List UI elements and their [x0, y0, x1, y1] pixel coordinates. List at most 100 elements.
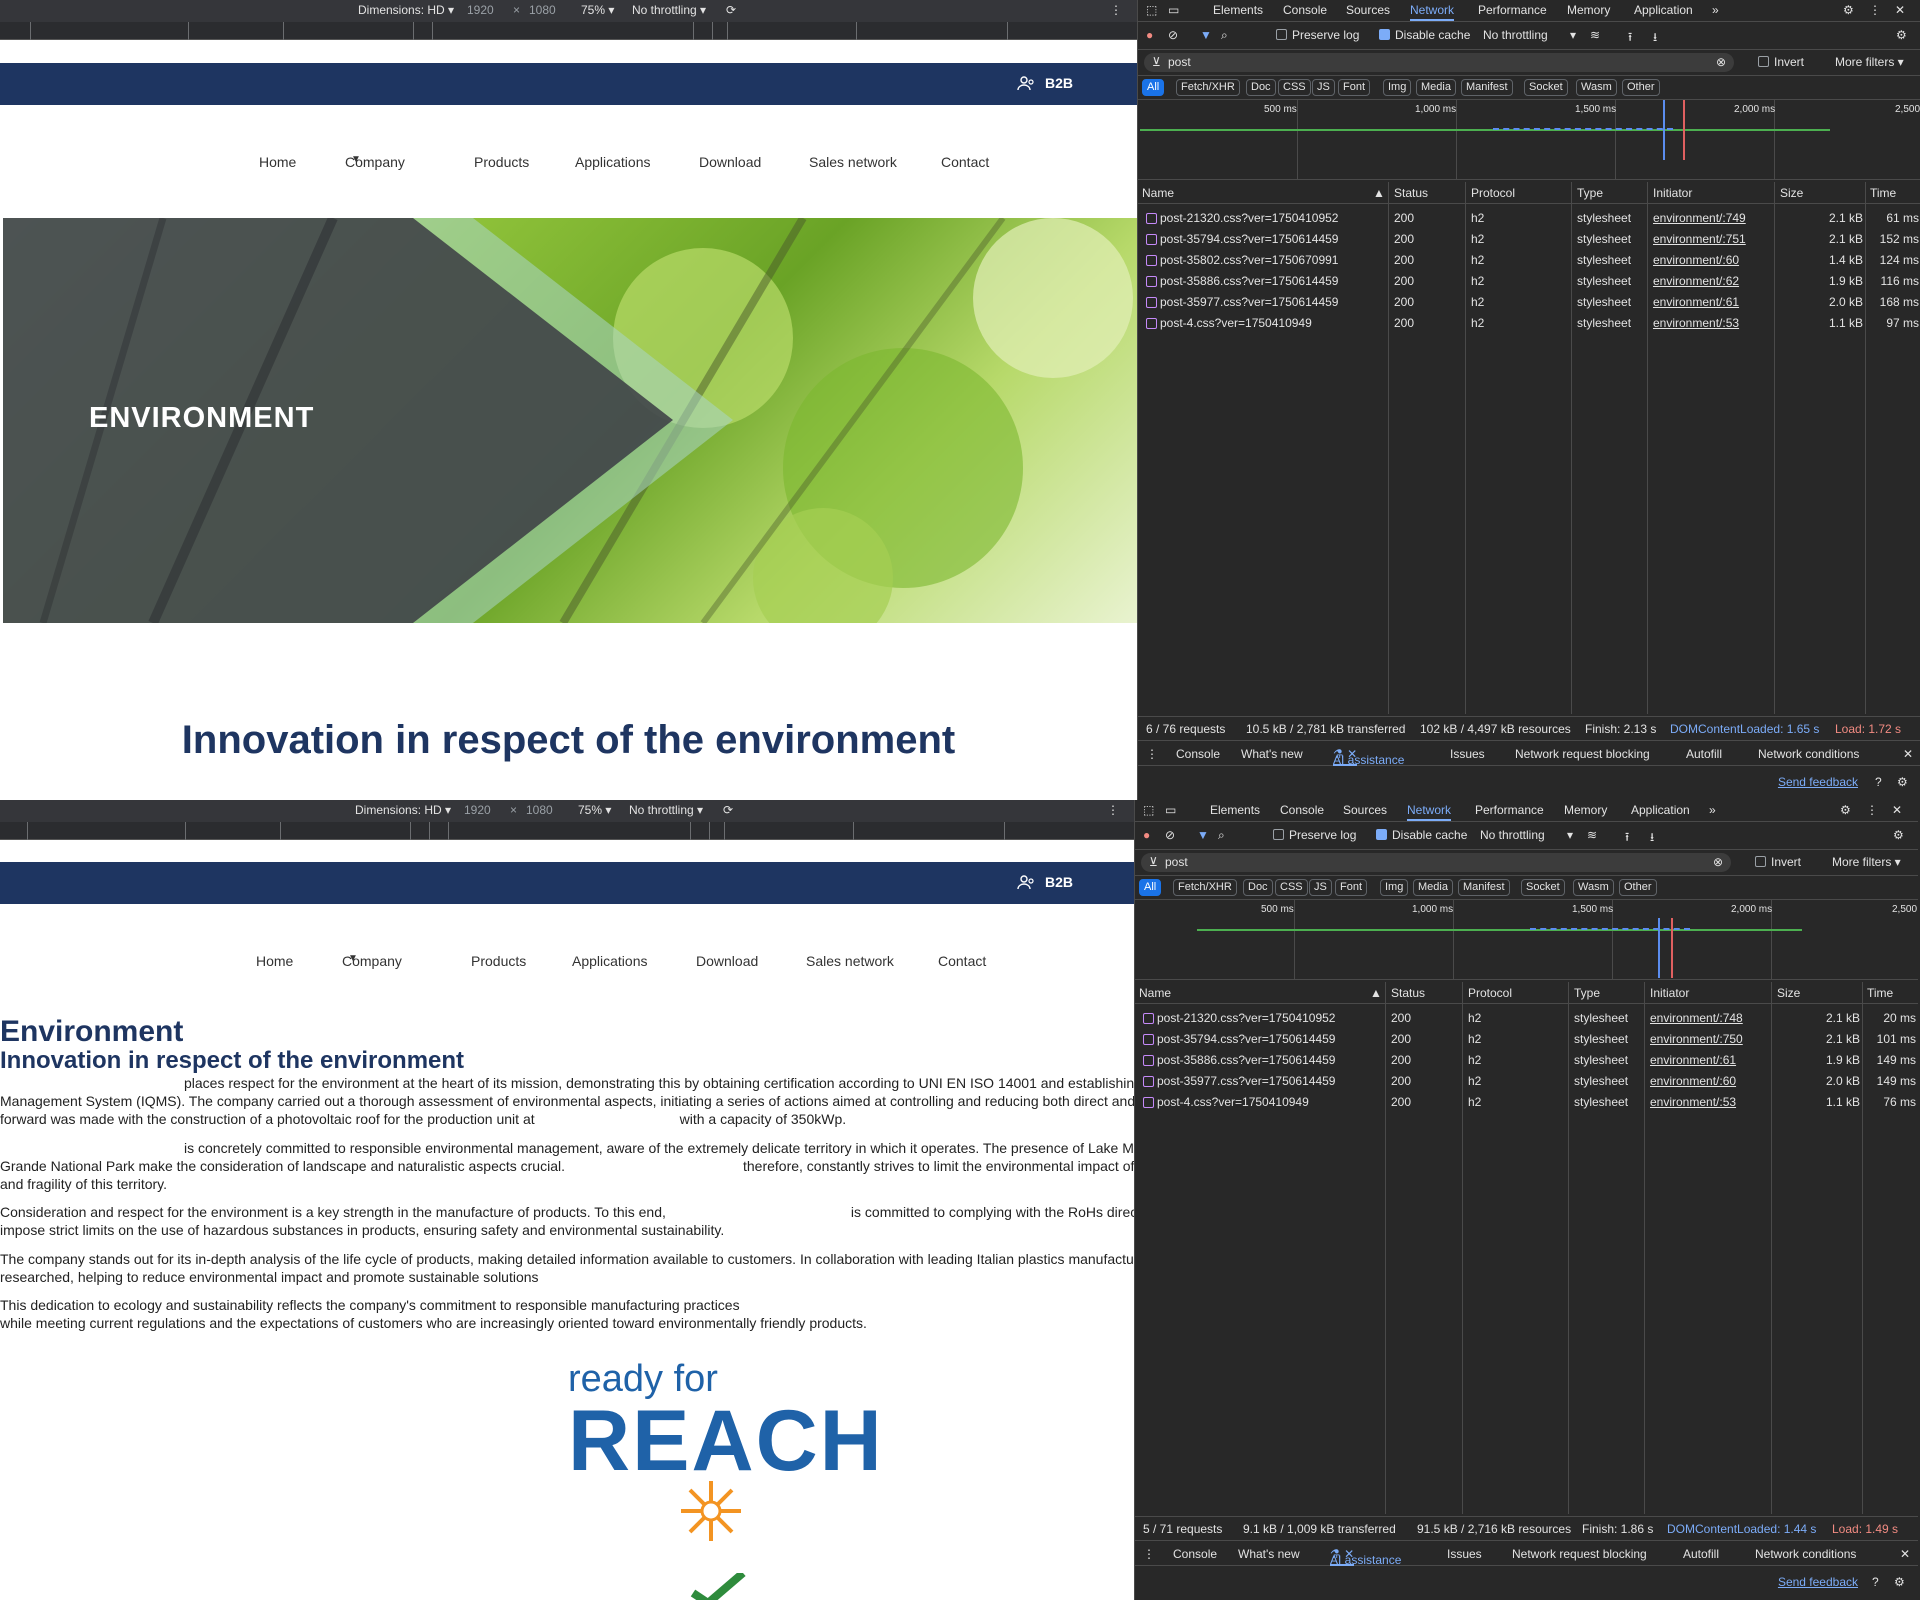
drawer-tab-ai-assistance[interactable]: AI assistance ⚗ ✕ [1330, 1547, 1401, 1567]
table-row[interactable]: post-35977.css?ver=1750614459 200 h2 styles… [1138, 292, 1920, 313]
drawer-close-icon[interactable]: ✕ [1900, 1547, 1910, 1561]
drawer-settings-icon[interactable]: ⚙ [1897, 775, 1908, 789]
upload-icon[interactable]: ⭱ [1625, 828, 1629, 849]
table-row[interactable]: post-35802.css?ver=1750670991 200 h2 styles… [1138, 250, 1920, 271]
request-initiator[interactable]: environment/:53 [1653, 316, 1739, 330]
invert-checkbox[interactable]: Invert [1758, 55, 1804, 69]
more-tabs-icon[interactable]: » [1709, 803, 1716, 817]
nav-products[interactable]: Products [471, 953, 526, 969]
clear-filter-icon[interactable]: ⊗ [1716, 53, 1726, 72]
chip-img[interactable]: Img [1383, 79, 1412, 96]
chip-font[interactable]: Font [1335, 879, 1368, 896]
nav-contact[interactable]: Contact [938, 953, 986, 969]
timeline-overview[interactable]: 500 ms 1,000 ms 1,500 ms 2,000 ms 2,500 [1135, 900, 1918, 980]
inspect-icon[interactable]: ⬚ [1146, 3, 1157, 17]
tab-console[interactable]: Console [1280, 803, 1324, 817]
table-row[interactable]: post-35977.css?ver=1750614459 200 h2 styles… [1135, 1071, 1918, 1092]
request-initiator[interactable]: environment/:60 [1653, 253, 1739, 267]
nav-products[interactable]: Products [474, 154, 529, 170]
settings-icon[interactable]: ⚙ [1840, 803, 1851, 817]
zoom-select[interactable]: 75% ▾ [581, 3, 614, 17]
filter-icon[interactable]: ▼ [1200, 28, 1212, 42]
col-protocol[interactable]: Protocol [1471, 186, 1515, 200]
download-icon[interactable]: ⭳ [1650, 828, 1654, 849]
nav-download[interactable]: Download [699, 154, 761, 170]
tab-elements[interactable]: Elements [1210, 803, 1260, 817]
chip-all[interactable]: All [1142, 79, 1165, 96]
drawer-tab-issues[interactable]: Issues [1447, 1547, 1482, 1561]
width-input[interactable]: 1920 [464, 803, 491, 817]
drawer-settings-icon[interactable]: ⚙ [1894, 1575, 1905, 1589]
filter-input[interactable]: ⊻ post ⊗ [1141, 853, 1731, 872]
upload-icon[interactable]: ⭱ [1628, 28, 1632, 49]
search-icon[interactable]: ⌕ [1221, 28, 1228, 43]
network-conditions-icon[interactable]: ≋ [1590, 28, 1600, 42]
b2b-link[interactable]: B2B [1017, 874, 1073, 890]
col-time[interactable]: Time [1867, 986, 1893, 1000]
invert-checkbox[interactable]: Invert [1755, 855, 1801, 869]
throttle-select[interactable]: No throttling ▾ [632, 3, 706, 17]
nav-home[interactable]: Home [256, 953, 293, 969]
more-filters-button[interactable]: More filters ▾ [1835, 55, 1904, 69]
rotate-icon[interactable]: ⟳ [726, 3, 736, 17]
table-row[interactable]: post-35886.css?ver=1750614459 200 h2 styles… [1138, 271, 1920, 292]
drawer-tab-autofill[interactable]: Autofill [1683, 1547, 1719, 1561]
inspect-icon[interactable]: ⬚ [1143, 803, 1154, 817]
drawer-tab-issues[interactable]: Issues [1450, 747, 1485, 761]
disable-cache-checkbox[interactable]: Disable cache [1376, 828, 1467, 842]
tab-application[interactable]: Application [1634, 3, 1693, 17]
search-icon[interactable]: ⌕ [1218, 828, 1225, 843]
request-initiator[interactable]: environment/:61 [1653, 295, 1739, 309]
col-protocol[interactable]: Protocol [1468, 986, 1512, 1000]
request-initiator[interactable]: environment/:53 [1650, 1095, 1736, 1109]
chip-img[interactable]: Img [1380, 879, 1409, 896]
nav-applications[interactable]: Applications [575, 154, 651, 170]
more-options-icon[interactable]: ⋮ [1107, 803, 1119, 817]
more-options-icon[interactable]: ⋮ [1110, 3, 1122, 17]
chip-manifest[interactable]: Manifest [1461, 79, 1513, 96]
device-toggle-icon[interactable]: ▭ [1168, 3, 1179, 17]
timeline-overview[interactable]: 500 ms 1,000 ms 1,500 ms 2,000 ms 2,500 [1138, 100, 1920, 180]
chevron-down-icon[interactable]: ▾ [1570, 28, 1576, 42]
more-filters-button[interactable]: More filters ▾ [1832, 855, 1901, 869]
chip-wasm[interactable]: Wasm [1576, 79, 1617, 96]
nav-sales-network[interactable]: Sales network [809, 154, 897, 170]
request-initiator[interactable]: environment/:61 [1650, 1053, 1736, 1067]
tab-sources[interactable]: Sources [1343, 803, 1387, 817]
drawer-tab-whats-new[interactable]: What's new [1238, 1547, 1300, 1561]
send-feedback-link[interactable]: Send feedback [1778, 1575, 1858, 1589]
chip-doc[interactable]: Doc [1246, 79, 1276, 96]
network-settings-icon[interactable]: ⚙ [1896, 28, 1907, 42]
drawer-menu-icon[interactable]: ⋮ [1143, 1547, 1155, 1561]
drawer-tab-request-blocking[interactable]: Network request blocking [1515, 747, 1650, 761]
zoom-select[interactable]: 75% ▾ [578, 803, 611, 817]
drawer-tab-console[interactable]: Console [1176, 747, 1220, 761]
tab-network[interactable]: Network [1407, 803, 1452, 821]
tab-memory[interactable]: Memory [1564, 803, 1607, 817]
network-conditions-icon[interactable]: ≋ [1587, 828, 1597, 842]
chip-media[interactable]: Media [1416, 79, 1456, 96]
col-size[interactable]: Size [1777, 986, 1800, 1000]
help-icon[interactable]: ? [1872, 1575, 1879, 1589]
device-toggle-icon[interactable]: ▭ [1165, 803, 1176, 817]
tab-memory[interactable]: Memory [1567, 3, 1610, 17]
chevron-down-icon[interactable]: ▾ [1567, 828, 1573, 842]
chip-js[interactable]: JS [1309, 879, 1332, 896]
chip-css[interactable]: CSS [1275, 879, 1308, 896]
width-input[interactable]: 1920 [467, 3, 494, 17]
nav-contact[interactable]: Contact [941, 154, 989, 170]
request-initiator[interactable]: environment/:60 [1650, 1074, 1736, 1088]
filter-icon[interactable]: ▼ [1197, 828, 1209, 842]
dimensions-select[interactable]: Dimensions: HD ▾ [358, 3, 454, 17]
throttle-select[interactable]: No throttling ▾ [629, 803, 703, 817]
request-initiator[interactable]: environment/:748 [1650, 1011, 1743, 1025]
chip-socket[interactable]: Socket [1521, 879, 1565, 896]
network-settings-icon[interactable]: ⚙ [1893, 828, 1904, 842]
chip-font[interactable]: Font [1338, 79, 1371, 96]
tab-network[interactable]: Network [1410, 3, 1455, 21]
chip-doc[interactable]: Doc [1243, 879, 1273, 896]
drawer-tab-network-conditions[interactable]: Network conditions [1758, 747, 1859, 761]
clear-filter-icon[interactable]: ⊗ [1713, 853, 1723, 872]
request-initiator[interactable]: environment/:749 [1653, 211, 1746, 225]
chip-fetch-xhr[interactable]: Fetch/XHR [1176, 79, 1240, 96]
